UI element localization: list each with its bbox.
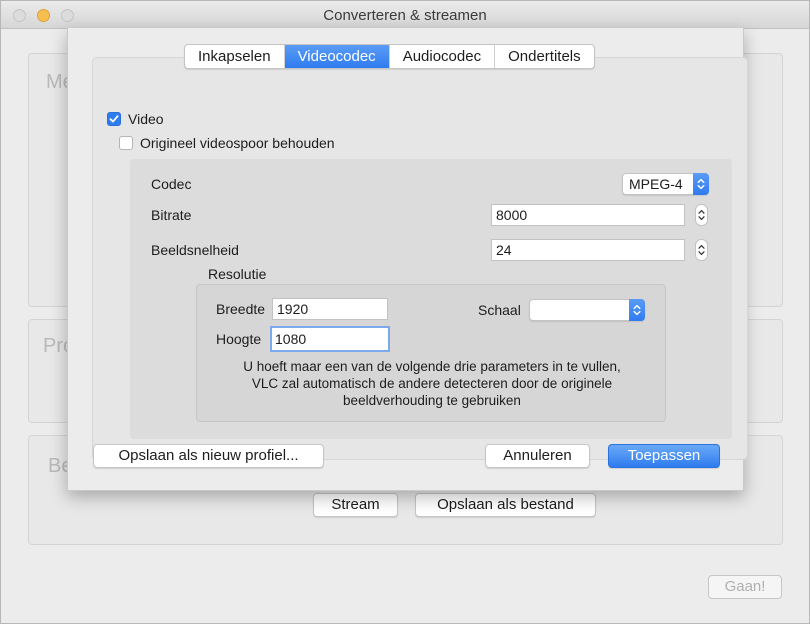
codec-select-value: MPEG-4 [629, 176, 683, 192]
video-checkbox[interactable] [107, 112, 121, 126]
scale-label: Schaal [478, 302, 521, 318]
tab-audio-codec[interactable]: Audiocodec [390, 45, 496, 68]
height-label: Hoogte [216, 331, 262, 347]
framerate-label: Beeldsnelheid [151, 242, 239, 258]
save-as-file-button[interactable]: Opslaan als bestand [415, 493, 596, 517]
go-button[interactable]: Gaan! [708, 575, 782, 599]
framerate-input[interactable]: 24 [491, 239, 685, 261]
tab-encapsulation[interactable]: Inkapselen [185, 45, 285, 68]
tab-bar: Inkapselen Videocodec Audiocodec Onderti… [184, 44, 595, 69]
cancel-button[interactable]: Annuleren [485, 444, 590, 468]
bitrate-stepper[interactable] [695, 204, 708, 226]
save-as-new-profile-button[interactable]: Opslaan als nieuw profiel... [93, 444, 324, 468]
window-title: Converteren & streamen [323, 7, 487, 24]
chevron-updown-icon [693, 173, 709, 195]
chevron-updown-icon [629, 299, 645, 321]
codec-select[interactable]: MPEG-4 [622, 173, 709, 195]
tab-panel: Video Origineel videospoor behouden Code… [92, 57, 748, 460]
keep-original-checkbox[interactable] [119, 136, 133, 150]
video-checkbox-label: Video [128, 111, 164, 127]
keep-original-row[interactable]: Origineel videospoor behouden [119, 135, 335, 151]
height-input[interactable]: 1080 [270, 326, 390, 352]
video-checkbox-row[interactable]: Video [107, 111, 164, 127]
bitrate-input[interactable]: 8000 [491, 204, 685, 226]
title-bar: Converteren & streamen [1, 1, 809, 29]
checkmark-icon [109, 115, 119, 123]
width-label: Breedte [216, 301, 266, 317]
video-codec-sheet: Video Origineel videospoor behouden Code… [67, 28, 748, 491]
tab-subtitles[interactable]: Ondertitels [495, 45, 594, 68]
resolution-label: Resolutie [208, 266, 267, 282]
resolution-group: Breedte 1920 Schaal Hoogte 1080 U hoeft … [196, 284, 666, 422]
stepper-arrows-icon [698, 210, 705, 220]
scale-select[interactable] [529, 299, 645, 321]
codec-label: Codec [151, 176, 192, 192]
resolution-note-line-3: beeldverhouding te gebruiken [343, 393, 521, 408]
tab-video-codec[interactable]: Videocodec [284, 45, 390, 68]
apply-button[interactable]: Toepassen [608, 444, 720, 468]
framerate-stepper[interactable] [695, 239, 708, 261]
bitrate-label: Bitrate [151, 207, 192, 223]
width-input[interactable]: 1920 [272, 298, 388, 320]
stepper-arrows-icon [698, 245, 705, 255]
keep-original-label: Origineel videospoor behouden [140, 135, 335, 151]
video-settings-panel: Codec MPEG-4 Bitrate 8000 Beeldsnelheid … [130, 159, 732, 439]
stream-button[interactable]: Stream [313, 493, 398, 517]
resolution-note-line-2: VLC zal automatisch de andere detecteren… [251, 376, 613, 391]
resolution-note-line-1: U hoeft maar een van de volgende drie pa… [243, 359, 621, 374]
